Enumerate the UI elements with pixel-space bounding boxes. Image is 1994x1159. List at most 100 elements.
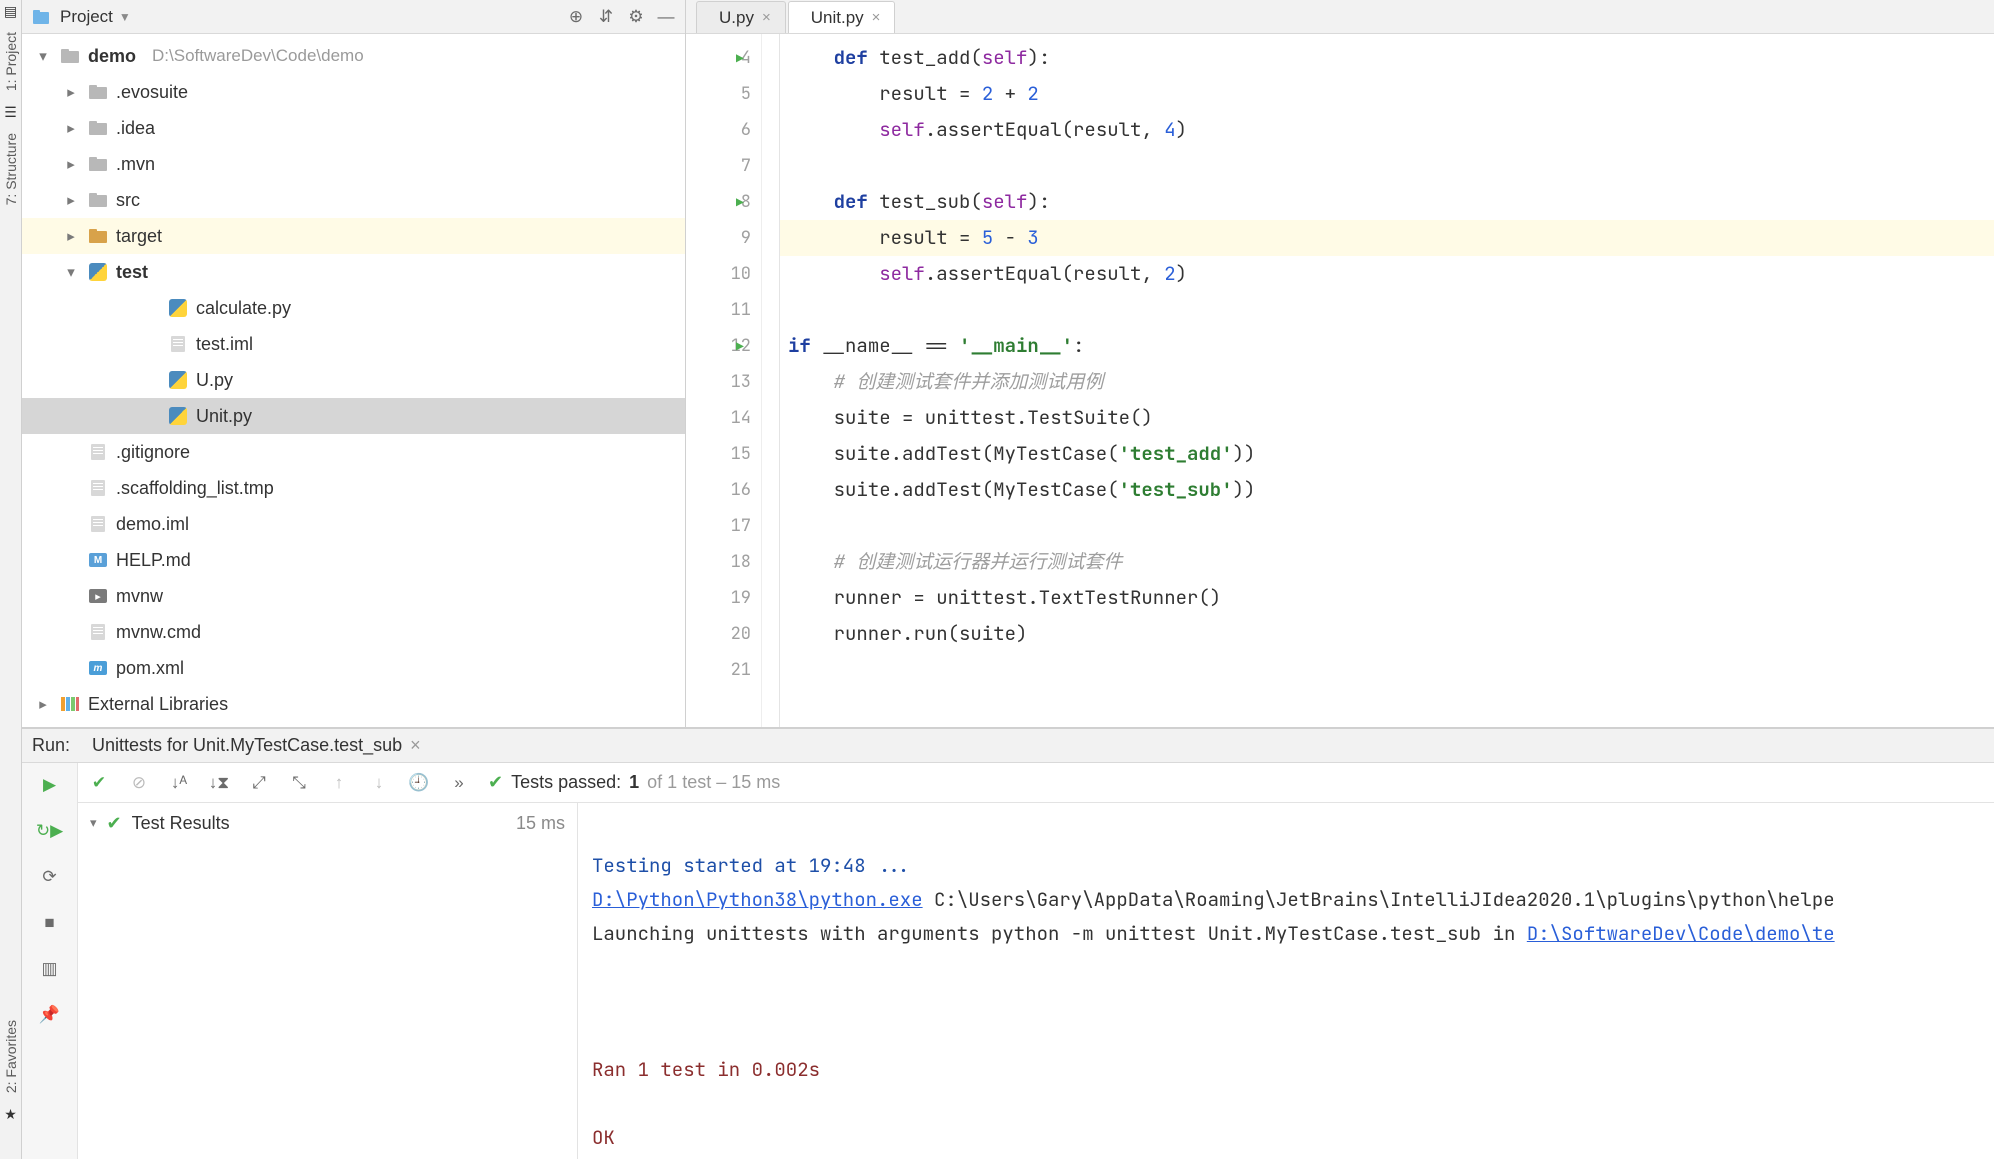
code-body[interactable]: def test_add(self): result = 2 + 2 self.…	[780, 34, 1994, 727]
run-gutter-icon[interactable]: ▶	[736, 338, 744, 355]
line-number[interactable]: 7	[686, 148, 761, 184]
locate-icon[interactable]: ⊕	[565, 6, 587, 28]
structure-tool-icon[interactable]: ☰	[4, 105, 18, 119]
tree-item[interactable]: U.py	[22, 362, 685, 398]
close-icon[interactable]: ×	[872, 9, 881, 26]
favorites-tool-label[interactable]: 2: Favorites	[3, 1014, 19, 1099]
hide-icon[interactable]: —	[655, 6, 677, 28]
rerun-icon[interactable]: ▶	[38, 773, 62, 797]
line-number[interactable]: 18	[686, 544, 761, 580]
tree-item[interactable]: ▸target	[22, 218, 685, 254]
code-line[interactable]: runner = unittest.TextTestRunner()	[780, 580, 1994, 616]
project-view-icon[interactable]	[30, 6, 52, 28]
line-number[interactable]: 15	[686, 436, 761, 472]
line-gutter[interactable]: 4▶5678▶9101112▶131415161718192021	[686, 34, 762, 727]
tree-item[interactable]: .scaffolding_list.tmp	[22, 470, 685, 506]
code-line[interactable]: self.assertEqual(result, 4)	[780, 112, 1994, 148]
collapse-all-icon[interactable]: ⤡	[288, 772, 310, 794]
expand-icon[interactable]: ⤢	[248, 772, 270, 794]
code-line[interactable]: # 创建测试套件并添加测试用例	[780, 364, 1994, 400]
chevron-down-icon[interactable]: ▾	[90, 815, 97, 831]
console-link[interactable]: D:\Python\Python38\python.exe	[592, 887, 923, 912]
collapse-icon[interactable]: ⇵	[595, 6, 617, 28]
more-icon[interactable]: »	[448, 772, 470, 794]
tree-item[interactable]: demo.iml	[22, 506, 685, 542]
code-line[interactable]	[780, 292, 1994, 328]
code-area[interactable]: 4▶5678▶9101112▶131415161718192021 def te…	[686, 34, 1994, 727]
tree-item[interactable]: ▾test	[22, 254, 685, 290]
settings-icon[interactable]: ⚙	[625, 6, 647, 28]
run-config-name[interactable]: Unittests for Unit.MyTestCase.test_sub	[92, 735, 402, 756]
code-line[interactable]: # 创建测试运行器并运行测试套件	[780, 544, 1994, 580]
close-icon[interactable]: ×	[410, 735, 421, 756]
code-line[interactable]	[780, 652, 1994, 688]
editor-tab[interactable]: Unit.py×	[788, 1, 896, 33]
code-line[interactable]: def test_add(self):	[780, 40, 1994, 76]
editor-tab[interactable]: U.py×	[696, 1, 786, 33]
line-number[interactable]: 11	[686, 292, 761, 328]
favorites-tool-icon[interactable]: ★	[4, 1107, 18, 1121]
tree-item[interactable]: test.iml	[22, 326, 685, 362]
code-line[interactable]: def test_sub(self):	[780, 184, 1994, 220]
code-line[interactable]: suite.addTest(MyTestCase('test_sub'))	[780, 472, 1994, 508]
sort-alpha-icon[interactable]: ↓ᴬ	[168, 772, 190, 794]
project-panel-title[interactable]: Project ▼	[60, 7, 131, 27]
line-number[interactable]: 10	[686, 256, 761, 292]
tree-item[interactable]: mvnw.cmd	[22, 614, 685, 650]
tree-root[interactable]: ▾ demo D:\SoftwareDev\Code\demo	[22, 38, 685, 74]
code-line[interactable]: result = 5 - 3	[780, 220, 1994, 256]
line-number[interactable]: 17	[686, 508, 761, 544]
line-number[interactable]: 20	[686, 616, 761, 652]
code-line[interactable]: runner.run(suite)	[780, 616, 1994, 652]
test-results-tree[interactable]: ▾ ✔ Test Results 15 ms	[78, 803, 578, 1159]
history-icon[interactable]: 🕘	[408, 772, 430, 794]
tree-item[interactable]: ▸.evosuite	[22, 74, 685, 110]
structure-tool-label[interactable]: 7: Structure	[3, 127, 19, 211]
sort-duration-icon[interactable]: ↓⧗	[208, 772, 230, 794]
tree-item[interactable]: MHELP.md	[22, 542, 685, 578]
line-number[interactable]: 5	[686, 76, 761, 112]
tree-item[interactable]: ▸.idea	[22, 110, 685, 146]
close-icon[interactable]: ×	[762, 9, 771, 26]
run-gutter-icon[interactable]: ▶	[736, 194, 744, 211]
tree-external[interactable]: ▸ External Libraries	[22, 686, 685, 722]
line-number[interactable]: 6	[686, 112, 761, 148]
code-line[interactable]: if __name__ == '__main__':	[780, 328, 1994, 364]
tree-item[interactable]: ▸.mvn	[22, 146, 685, 182]
tree-item[interactable]: ▸mvnw	[22, 578, 685, 614]
code-line[interactable]: self.assertEqual(result, 2)	[780, 256, 1994, 292]
tree-item[interactable]: Unit.py	[22, 398, 685, 434]
line-number[interactable]: 9	[686, 220, 761, 256]
code-line[interactable]: result = 2 + 2	[780, 76, 1994, 112]
tree-item[interactable]: mpom.xml	[22, 650, 685, 686]
toggle-auto-icon[interactable]: ⟳	[38, 865, 62, 889]
line-number[interactable]: 8▶	[686, 184, 761, 220]
code-line[interactable]	[780, 148, 1994, 184]
code-line[interactable]: suite.addTest(MyTestCase('test_add'))	[780, 436, 1994, 472]
line-number[interactable]: 21	[686, 652, 761, 688]
line-number[interactable]: 13	[686, 364, 761, 400]
line-number[interactable]: 14	[686, 400, 761, 436]
check-icon[interactable]: ✔	[88, 772, 110, 794]
line-number[interactable]: 19	[686, 580, 761, 616]
stop-icon[interactable]: ■	[38, 911, 62, 935]
layout-icon[interactable]: ▥	[38, 957, 62, 981]
next-icon[interactable]: ↓	[368, 772, 390, 794]
test-results-root[interactable]: ▾ ✔ Test Results 15 ms	[78, 803, 577, 843]
rerun-failed-icon[interactable]: ↻▶	[38, 819, 62, 843]
line-number[interactable]: 16	[686, 472, 761, 508]
project-tool-label[interactable]: 1: Project	[3, 26, 19, 97]
tree-item[interactable]: calculate.py	[22, 290, 685, 326]
prev-icon[interactable]: ↑	[328, 772, 350, 794]
pin-icon[interactable]: 📌	[38, 1003, 62, 1027]
code-line[interactable]	[780, 508, 1994, 544]
tree-item[interactable]: .gitignore	[22, 434, 685, 470]
tree-item[interactable]: ▸src	[22, 182, 685, 218]
console-link[interactable]: D:\SoftwareDev\Code\demo\te	[1527, 921, 1835, 946]
console-output[interactable]: Testing started at 19:48 ... D:\Python\P…	[578, 803, 1994, 1159]
disabled-filter-icon[interactable]: ⊘	[128, 772, 150, 794]
project-tree[interactable]: ▾ demo D:\SoftwareDev\Code\demo ▸.evosui…	[22, 34, 685, 727]
code-line[interactable]: suite = unittest.TestSuite()	[780, 400, 1994, 436]
line-number[interactable]: 4▶	[686, 40, 761, 76]
run-gutter-icon[interactable]: ▶	[736, 50, 744, 67]
